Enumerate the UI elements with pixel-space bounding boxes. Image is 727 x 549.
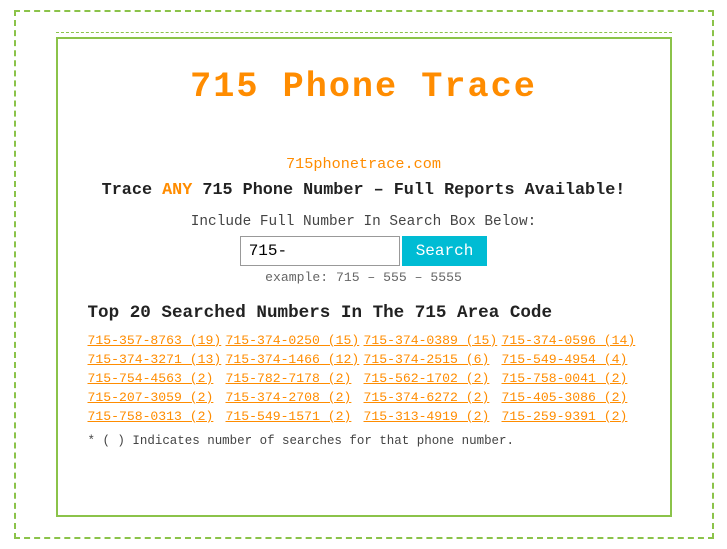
- numbers-grid: 715-357-8763 (19)715-374-0250 (15)715-37…: [88, 333, 640, 424]
- top-divider: [56, 32, 672, 33]
- list-item[interactable]: 715-549-4954 (4): [502, 352, 640, 367]
- search-row: Search: [88, 236, 640, 266]
- search-label: Include Full Number In Search Box Below:: [88, 214, 640, 230]
- list-item[interactable]: 715-374-0250 (15): [226, 333, 364, 348]
- list-item[interactable]: 715-374-0596 (14): [502, 333, 640, 348]
- list-item[interactable]: 715-405-3086 (2): [502, 390, 640, 405]
- outer-border: 715 Phone Trace 715phonetrace.com Trace …: [14, 10, 714, 539]
- search-example: example: 715 – 555 – 5555: [88, 270, 640, 285]
- list-item[interactable]: 715-374-0389 (15): [364, 333, 502, 348]
- search-button[interactable]: Search: [402, 236, 488, 266]
- list-item[interactable]: 715-549-1571 (2): [226, 409, 364, 424]
- site-url: 715phonetrace.com: [88, 155, 640, 173]
- footnote: * ( ) Indicates number of searches for t…: [88, 434, 640, 448]
- page-title: 715 Phone Trace: [88, 49, 640, 125]
- list-item[interactable]: 715-313-4919 (2): [364, 409, 502, 424]
- list-item[interactable]: 715-259-9391 (2): [502, 409, 640, 424]
- list-item[interactable]: 715-758-0313 (2): [88, 409, 226, 424]
- tagline: Trace ANY 715 Phone Number – Full Report…: [88, 181, 640, 200]
- section-title: Top 20 Searched Numbers In The 715 Area …: [88, 303, 640, 323]
- search-input[interactable]: [240, 236, 400, 266]
- list-item[interactable]: 715-374-6272 (2): [364, 390, 502, 405]
- list-item[interactable]: 715-562-1702 (2): [364, 371, 502, 386]
- list-item[interactable]: 715-357-8763 (19): [88, 333, 226, 348]
- tagline-end: 715 Phone Number – Full Reports Availabl…: [192, 181, 625, 200]
- list-item[interactable]: 715-374-2708 (2): [226, 390, 364, 405]
- list-item[interactable]: 715-374-2515 (6): [364, 352, 502, 367]
- list-item[interactable]: 715-754-4563 (2): [88, 371, 226, 386]
- list-item[interactable]: 715-374-3271 (13): [88, 352, 226, 367]
- list-item[interactable]: 715-758-0041 (2): [502, 371, 640, 386]
- tagline-any: ANY: [162, 181, 192, 200]
- list-item[interactable]: 715-207-3059 (2): [88, 390, 226, 405]
- list-item[interactable]: 715-374-1466 (12): [226, 352, 364, 367]
- tagline-start: Trace: [102, 181, 162, 200]
- inner-border: 715 Phone Trace 715phonetrace.com Trace …: [56, 37, 672, 517]
- list-item[interactable]: 715-782-7178 (2): [226, 371, 364, 386]
